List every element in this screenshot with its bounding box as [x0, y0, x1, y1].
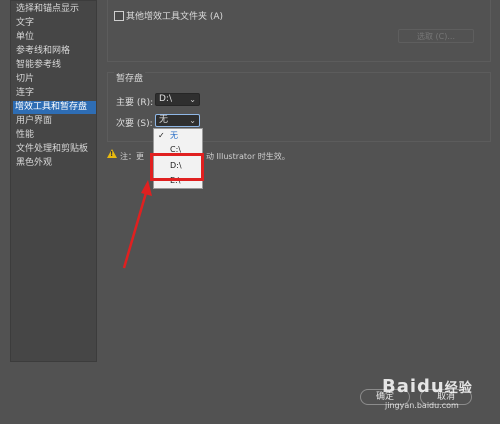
annotation-arrow — [122, 180, 152, 269]
watermark-brand: Baidu — [382, 376, 445, 397]
watermark-suffix: 经验 — [444, 381, 473, 396]
baidu-watermark: Baidu经验 — [382, 376, 473, 397]
watermark-url: jingyan.baidu.com — [385, 401, 459, 410]
